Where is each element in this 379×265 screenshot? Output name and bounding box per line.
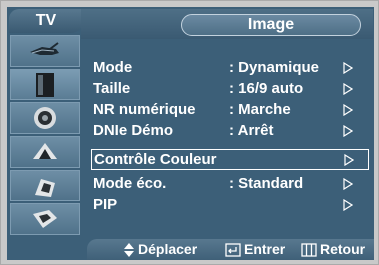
sidebar-item-sound[interactable] [10,102,80,135]
menu-item-label: NR numérique [93,101,196,118]
sidebar-item-channel[interactable] [10,35,80,67]
title-bar: Image [81,9,373,39]
footer-move: Déplacer [123,239,197,260]
menu-item-value: : Standard [229,175,304,192]
menu-item-controle-couleur[interactable]: Contrôle Couleur [91,149,369,170]
antenna-icon [30,42,59,55]
sidebar-item-setup[interactable] [10,136,80,168]
chevron-right-icon [343,62,353,74]
setup-icon [33,142,57,159]
sound-icon [34,107,56,130]
enter-icon [225,242,241,257]
menu-item-value: : 16/9 auto [229,80,304,97]
menu-item-label: Contrôle Couleur [94,151,217,168]
footer-return-label: Retour [320,241,366,257]
menu-item-label: Mode [93,59,133,76]
footer-return: Retour [301,239,365,260]
picture-icon [36,72,54,97]
menu-item-mode-eco[interactable]: Mode éco. : Standard [87,173,369,194]
tv-frame: TV Image Mode: Dynamique Taille: 16/9 … [0,0,379,265]
menu-item-pip[interactable]: PIP [87,194,369,215]
menu-item-label: Taille [93,80,131,97]
footer-bar: Déplacer Entrer Retour [87,239,374,260]
menu-item-value: : Dynamique [229,59,320,76]
menu-item-mode[interactable]: Mode : Dynamique [87,57,369,78]
menu-item-label: Mode éco. [93,175,167,192]
sidebar-item-picture[interactable] [10,68,80,101]
footer-move-label: Déplacer [138,241,198,257]
input-icon [35,178,55,197]
tv-label: TV [9,9,83,33]
menu-item-value: : Marche [229,101,291,118]
extras-icon [33,210,57,229]
chevron-right-icon [343,199,353,211]
footer-enter: Entrer [225,239,285,260]
menu-item-dnie-demo[interactable]: DNIe Démo : Arrêt [87,120,369,141]
menu-item-value: : Arrêt [229,122,274,139]
menu-item-label: DNIe Démo [93,122,174,139]
chevron-right-icon [343,125,353,137]
chevron-right-icon [343,178,353,190]
return-icon [301,242,317,257]
sidebar-item-input[interactable] [10,169,80,202]
osd-screen: TV Image Mode: Dynamique Taille: 16/9 … [7,7,374,260]
up-down-arrows-icon [124,242,134,257]
menu-item-nr-numerique[interactable]: NR numérique : Marche [87,99,369,120]
footer-enter-label: Entrer [244,241,286,257]
sidebar-item-extras[interactable] [10,203,80,236]
chevron-right-icon [343,104,353,116]
sidebar [9,35,81,236]
menu-list: Mode : Dynamique Taille : 16/9 auto NR n… [87,43,371,233]
chevron-right-icon [343,83,353,95]
chevron-right-icon [344,154,354,166]
menu-item-label: PIP [93,196,118,213]
menu-title: Image [181,14,361,36]
menu-item-taille[interactable]: Taille : 16/9 auto [87,78,369,99]
